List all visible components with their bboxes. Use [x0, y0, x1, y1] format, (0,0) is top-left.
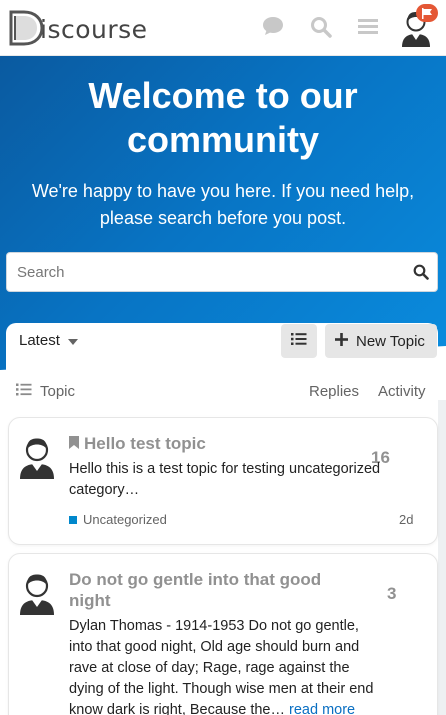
topic-excerpt-text: Dylan Thomas - 1914-1953 Do not go gentl…: [69, 618, 374, 715]
topic-excerpt: Hello this is a test topic for testing u…: [69, 461, 381, 498]
poster-avatar-icon[interactable]: [17, 433, 57, 479]
list-view-toggle-button[interactable]: [281, 324, 317, 358]
category-name: Uncategorized: [83, 512, 167, 527]
banner-subtitle: We're happy to have you here. If you nee…: [31, 181, 415, 228]
page-edge: [438, 400, 446, 715]
notification-badge-icon[interactable]: [416, 4, 438, 22]
latest-filter-label: Latest: [19, 332, 60, 349]
list-icon: [291, 332, 307, 351]
topic-title-link[interactable]: Hello test topic: [69, 433, 206, 454]
site-logo[interactable]: iscourse: [6, 8, 148, 48]
new-topic-button[interactable]: New Topic: [325, 324, 437, 358]
latest-filter-dropdown[interactable]: Latest: [19, 332, 78, 349]
banner-search-input[interactable]: Search: [6, 252, 438, 292]
activity-column-header[interactable]: Activity: [378, 383, 426, 400]
search-submit-icon[interactable]: [413, 264, 429, 285]
topic-title-text: Hello test topic: [84, 434, 206, 453]
category-badge[interactable]: Uncategorized: [69, 512, 167, 527]
replies-column-header[interactable]: Replies: [309, 383, 359, 400]
caret-down-icon: [67, 332, 78, 349]
topic-excerpt: Dylan Thomas - 1914-1953 Do not go gentl…: [69, 616, 379, 715]
bookmark-icon: [69, 433, 79, 454]
discourse-logo-icon: [6, 8, 44, 48]
topic-title-link[interactable]: Do not go gentle into that good night: [69, 569, 349, 611]
topic-activity-age[interactable]: 2d: [399, 512, 413, 527]
poster-avatar-icon[interactable]: [17, 569, 57, 615]
logo-wordmark: iscourse: [40, 14, 148, 44]
topic-list-icon: [16, 383, 32, 400]
header-search-icon[interactable]: [310, 16, 332, 43]
read-more-link[interactable]: read more: [289, 702, 355, 715]
topic-column-label: Topic: [40, 383, 76, 400]
plus-icon: [335, 332, 348, 350]
site-header: iscourse: [0, 0, 446, 56]
chat-icon[interactable]: [262, 16, 284, 41]
new-topic-label: New Topic: [356, 332, 425, 350]
topic-column-header[interactable]: Topic: [16, 383, 75, 400]
hamburger-menu-icon[interactable]: [357, 16, 379, 41]
category-color-square: [69, 515, 77, 524]
banner-title: Welcome to our community: [88, 75, 358, 160]
topic-replies-count[interactable]: 3: [387, 584, 396, 604]
search-placeholder: Search: [17, 264, 65, 281]
